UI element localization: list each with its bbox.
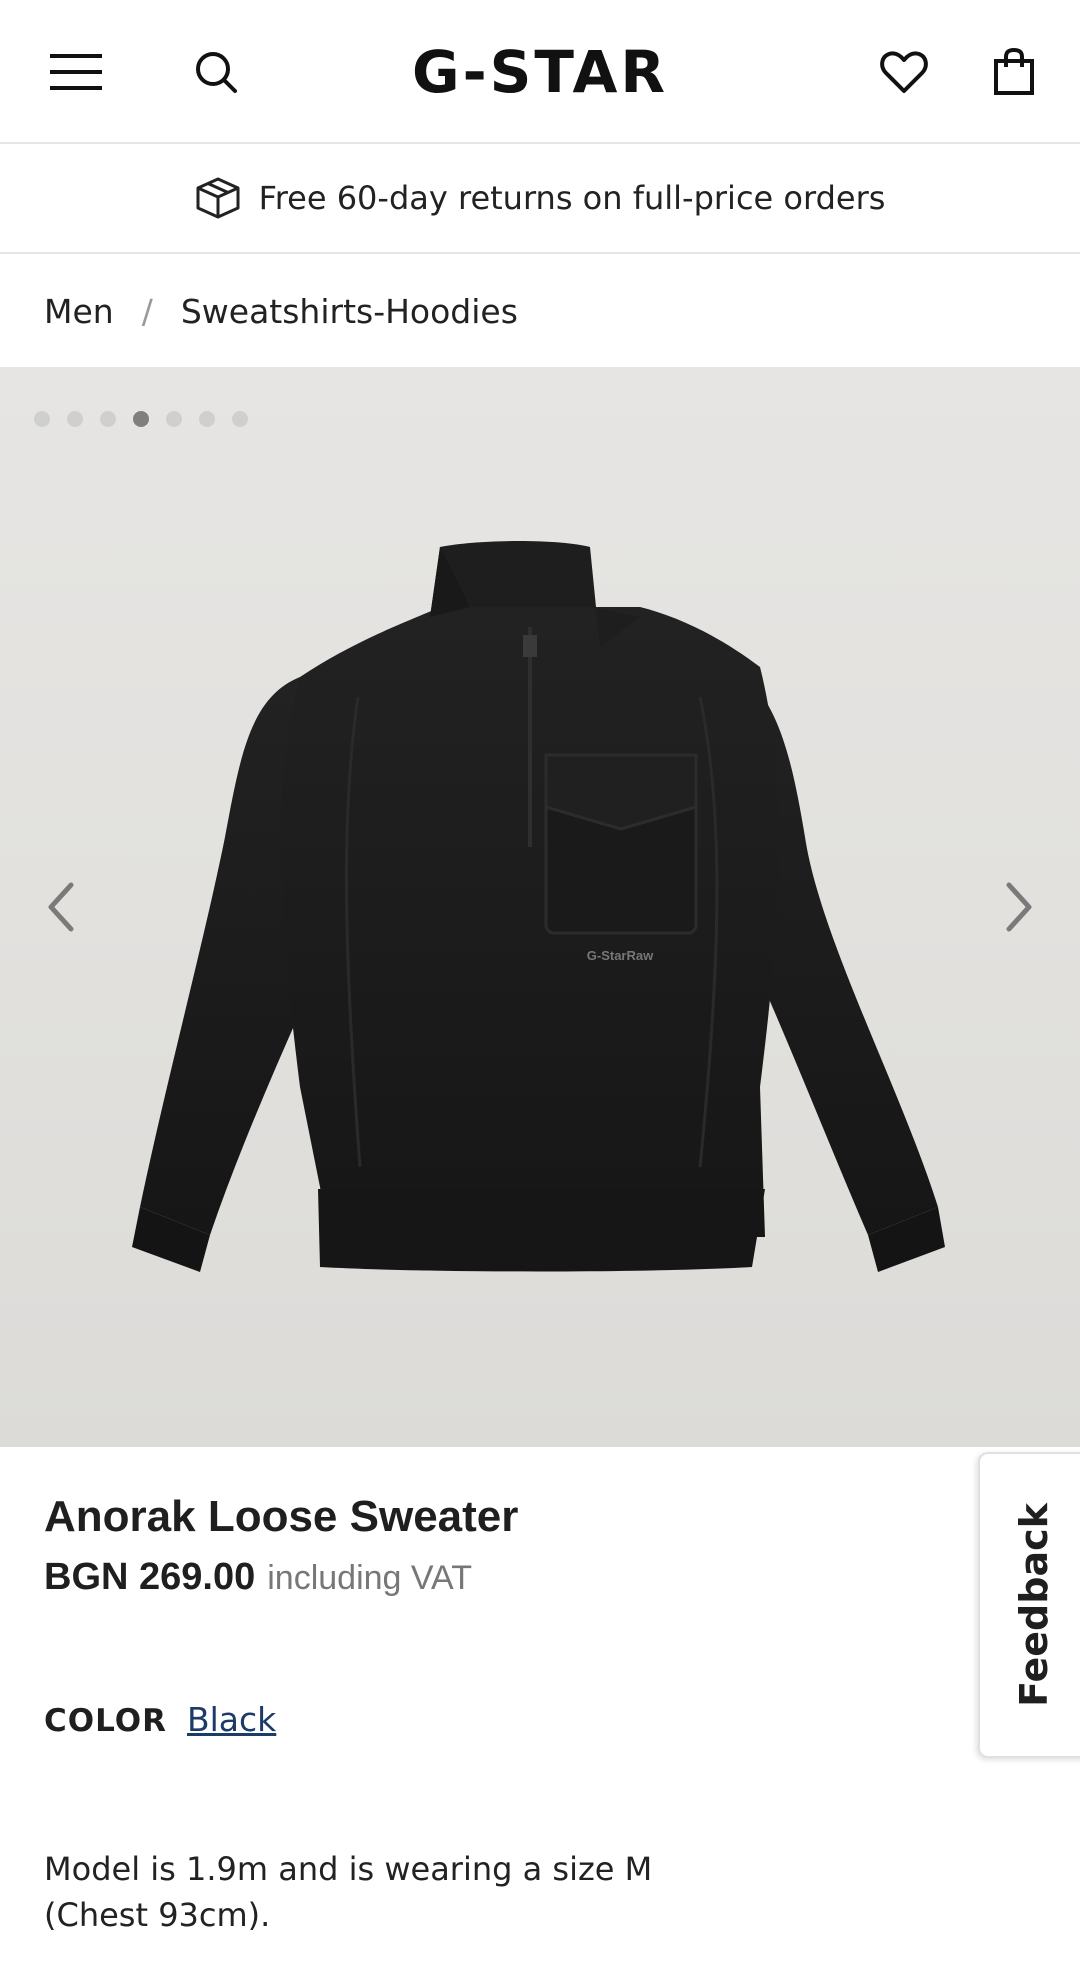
- product-price: BGN 269.00: [44, 1556, 256, 1598]
- chevron-left-icon: [48, 882, 74, 932]
- breadcrumb-men[interactable]: Men: [44, 292, 114, 331]
- wishlist-button[interactable]: [868, 36, 940, 108]
- gallery-prev-button[interactable]: [30, 867, 90, 947]
- model-size-note: Model is 1.9m and is wearing a size M (C…: [44, 1846, 804, 1938]
- brand-logo[interactable]: G-STAR: [360, 34, 720, 110]
- feedback-label: Feedback: [1012, 1503, 1056, 1707]
- model-note-line2: (Chest 93cm).: [44, 1896, 271, 1934]
- gallery-dot[interactable]: [34, 411, 50, 427]
- color-value-link[interactable]: Black: [187, 1700, 276, 1739]
- price-row: BGN 269.00 including VAT: [44, 1556, 472, 1599]
- promo-banner[interactable]: Free 60-day returns on full-price orders: [0, 144, 1080, 254]
- product-image: G-StarRaw: [132, 541, 945, 1272]
- model-note-line1: Model is 1.9m and is wearing a size M: [44, 1850, 653, 1888]
- gallery-dots: [34, 411, 248, 427]
- gallery-dot[interactable]: [67, 411, 83, 427]
- shopping-bag-icon: [994, 48, 1034, 95]
- promo-text: Free 60-day returns on full-price orders: [258, 179, 886, 217]
- heart-icon: [880, 51, 928, 93]
- search-button[interactable]: [180, 36, 252, 108]
- gallery-dot[interactable]: [100, 411, 116, 427]
- breadcrumb-separator: /: [141, 291, 153, 331]
- garment-brand-mark: G-StarRaw: [587, 948, 654, 963]
- search-icon: [196, 52, 237, 93]
- product-title: Anorak Loose Sweater: [44, 1492, 519, 1541]
- box-icon: [196, 177, 240, 219]
- breadcrumb-sweatshirts-hoodies[interactable]: Sweatshirts-Hoodies: [181, 292, 518, 331]
- gallery-dot[interactable]: [199, 411, 215, 427]
- gallery-dot[interactable]: [232, 411, 248, 427]
- gallery-dot[interactable]: [166, 411, 182, 427]
- chevron-right-icon: [1006, 882, 1032, 932]
- color-row: COLOR Black: [44, 1700, 276, 1739]
- breadcrumb: Men / Sweatshirts-Hoodies: [44, 256, 518, 366]
- gallery-dot-active[interactable]: [133, 411, 149, 427]
- menu-button[interactable]: [40, 36, 112, 108]
- site-header: G-STAR: [0, 0, 1080, 144]
- menu-icon: [50, 54, 102, 90]
- vat-note: including VAT: [267, 1559, 472, 1597]
- feedback-tab[interactable]: Feedback: [978, 1452, 1080, 1758]
- gallery-next-button[interactable]: [990, 867, 1050, 947]
- cart-button[interactable]: [978, 36, 1050, 108]
- product-gallery[interactable]: G-StarRaw: [0, 367, 1080, 1447]
- color-label: COLOR: [44, 1703, 167, 1739]
